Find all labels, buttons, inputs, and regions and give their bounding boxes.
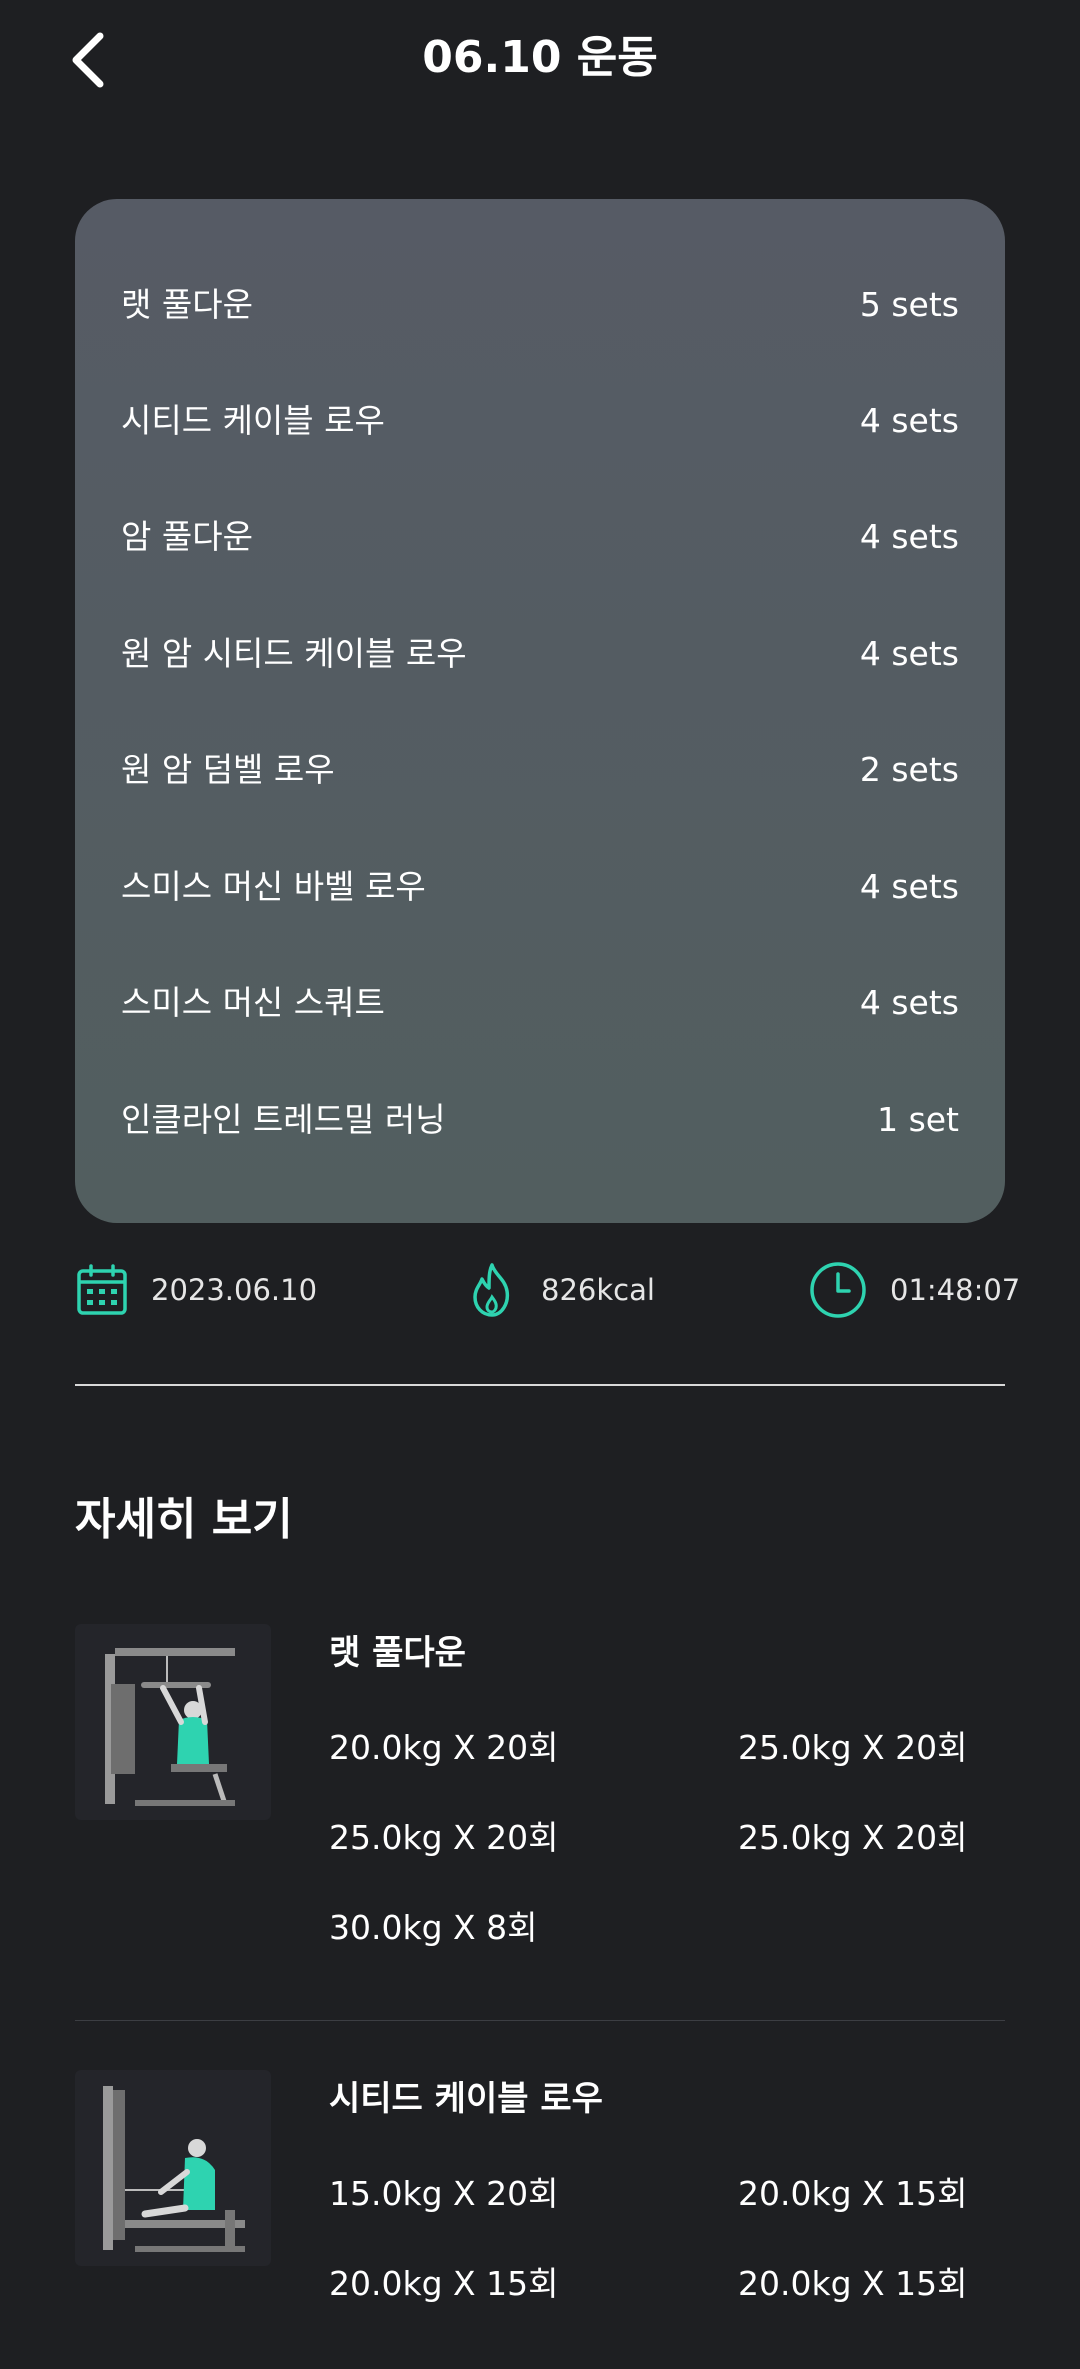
exercise-name: 시티드 케이블 로우 [121, 401, 385, 440]
set-count: 4 sets [859, 634, 959, 673]
flame-icon [473, 1263, 510, 1317]
page-title: 06.10 운동 [422, 32, 658, 83]
date-stat: 2023.06.10 [75, 1260, 317, 1320]
exercise-detail[interactable]: 시티드 케이블 로우 15.0kg X 20회 20.0kg X 15회 20.… [75, 2070, 1005, 2369]
top-bar: 06.10 운동 [0, 0, 1080, 120]
set-record: 25.0kg X 20회 [329, 1818, 559, 1857]
summary-row: 원 암 덤벨 로우 2 sets [121, 740, 959, 800]
calories-value: 826kcal [541, 1273, 655, 1307]
summary-row: 암 풀다운 4 sets [121, 507, 959, 567]
calendar-icon [77, 1264, 127, 1315]
exercise-name: 랫 풀다운 [329, 1633, 466, 1673]
summary-row: 원 암 시티드 케이블 로우 4 sets [121, 624, 959, 684]
workout-summary-card: 랫 풀다운 5 sets 시티드 케이블 로우 4 sets 암 풀다운 4 s… [75, 199, 1005, 1223]
summary-row: 인클라인 트레드밀 러닝 1 set [121, 1090, 959, 1150]
exercise-name: 시티드 케이블 로우 [329, 2079, 603, 2119]
set-record: 20.0kg X 15회 [329, 2264, 559, 2303]
exercise-name: 인클라인 트레드밀 러닝 [121, 1100, 446, 1139]
calories-stat: 826kcal [465, 1260, 655, 1320]
duration-value: 01:48:07 [890, 1273, 1021, 1307]
set-record: 25.0kg X 20회 [738, 1818, 968, 1857]
set-count: 4 sets [859, 517, 959, 556]
summary-row: 스미스 머신 스쿼트 4 sets [121, 973, 959, 1033]
summary-row: 랫 풀다운 5 sets [121, 275, 959, 335]
exercise-name: 스미스 머신 바벨 로우 [121, 867, 426, 906]
set-record: 20.0kg X 15회 [738, 2174, 968, 2213]
set-count: 4 sets [859, 401, 959, 440]
exercise-name: 암 풀다운 [121, 517, 253, 556]
exercise-name: 원 암 덤벨 로우 [121, 750, 335, 789]
details-section-title: 자세히 보기 [75, 1494, 293, 1545]
set-record: 20.0kg X 20회 [329, 1728, 559, 1767]
seated-cable-row-machine-image [103, 2086, 245, 2252]
exercise-detail[interactable]: 랫 풀다운 20.0kg X 20회 25.0kg X 20회 25.0kg X… [75, 1624, 1005, 1964]
summary-row: 스미스 머신 바벨 로우 4 sets [121, 857, 959, 917]
exercise-name: 원 암 시티드 케이블 로우 [121, 634, 467, 673]
exercise-name: 스미스 머신 스쿼트 [121, 983, 385, 1022]
set-count: 4 sets [859, 983, 959, 1022]
duration-stat: 01:48:07 [808, 1260, 1020, 1320]
divider [75, 1384, 1005, 1386]
set-count: 2 sets [859, 750, 959, 789]
set-count: 5 sets [859, 285, 959, 324]
set-record: 25.0kg X 20회 [738, 1728, 968, 1767]
set-count: 1 set [877, 1100, 959, 1139]
clock-icon [810, 1262, 866, 1318]
date-value: 2023.06.10 [151, 1273, 318, 1307]
summary-row: 시티드 케이블 로우 4 sets [121, 391, 959, 451]
exercise-illustration [75, 2070, 271, 2266]
lat-pulldown-machine-image [105, 1648, 235, 1806]
set-record: 20.0kg X 15회 [738, 2264, 968, 2303]
set-record: 30.0kg X 8회 [329, 1908, 538, 1947]
exercise-name: 랫 풀다운 [121, 285, 253, 324]
divider [75, 2020, 1005, 2021]
set-record: 15.0kg X 20회 [329, 2174, 559, 2213]
workout-stats: 2023.06.10 826kcal 01:48:07 [75, 1260, 1020, 1320]
set-count: 4 sets [859, 867, 959, 906]
exercise-illustration [75, 1624, 271, 1820]
